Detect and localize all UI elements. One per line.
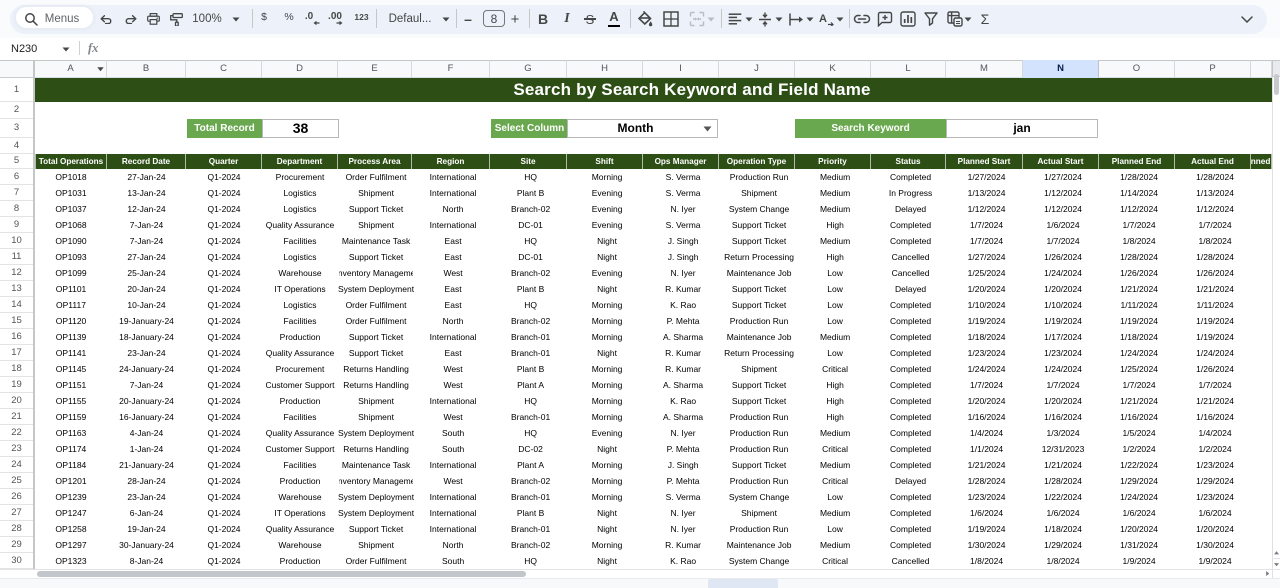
svg-text:A: A xyxy=(819,13,827,25)
